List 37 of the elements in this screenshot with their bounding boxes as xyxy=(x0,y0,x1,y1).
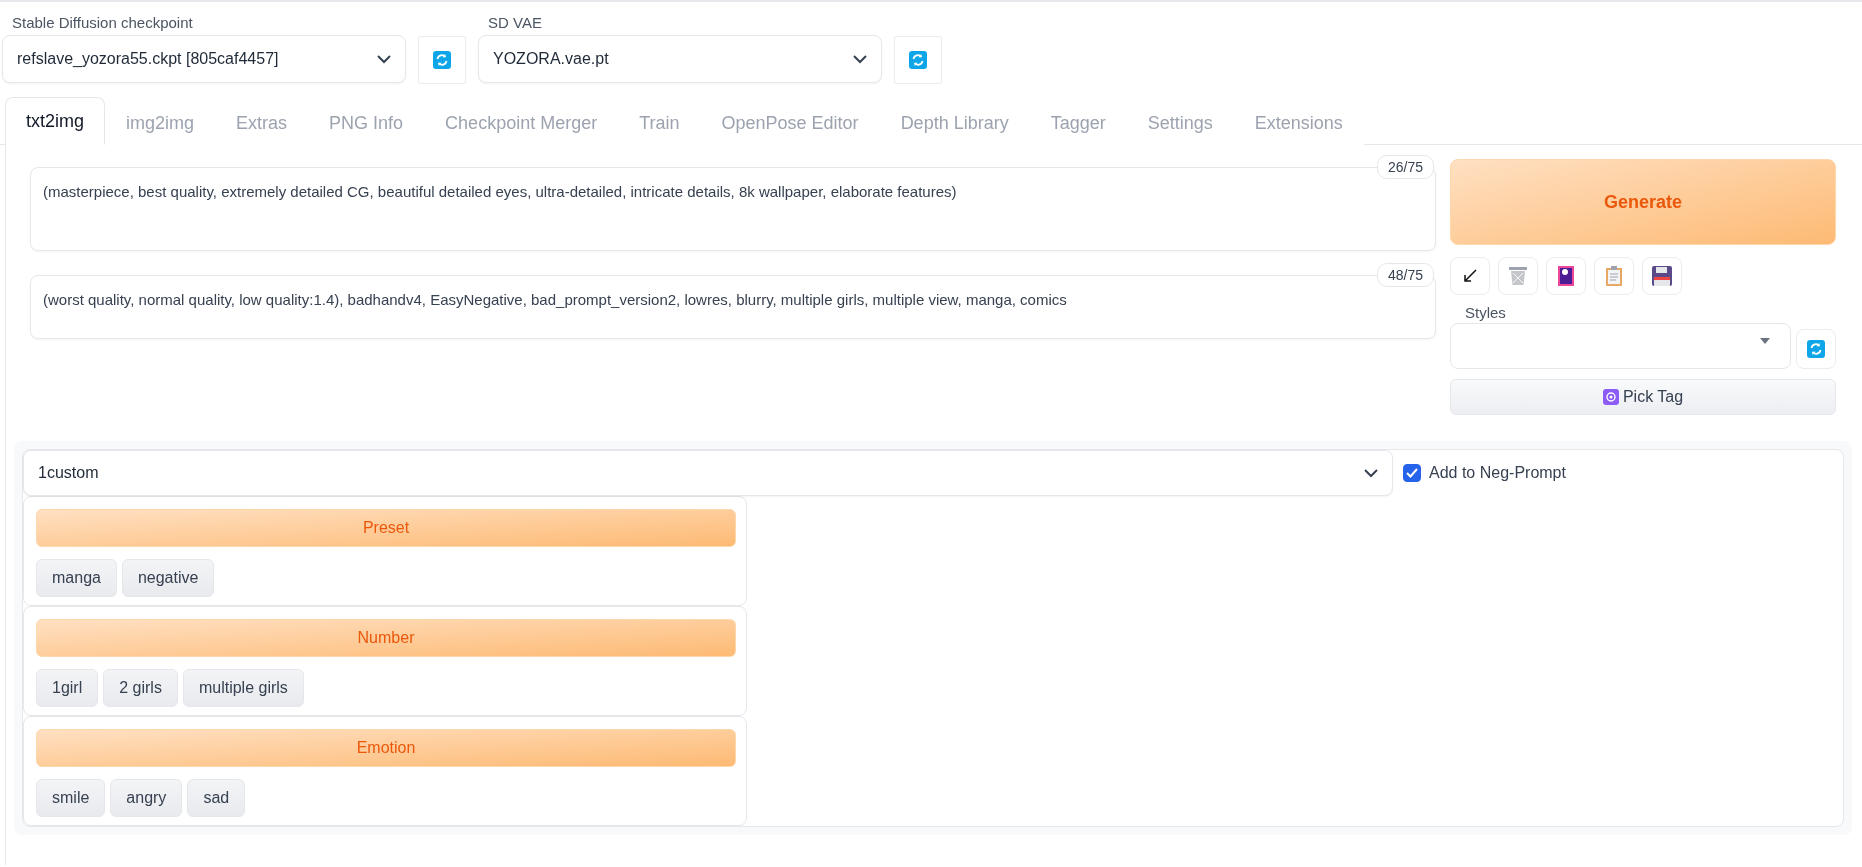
token-counter: 26/75 xyxy=(1376,155,1434,179)
tag-button[interactable]: negative xyxy=(121,559,215,597)
tab[interactable]: txt2img xyxy=(5,97,106,145)
tag-button[interactable]: angry xyxy=(110,779,183,817)
checkbox[interactable] xyxy=(1403,464,1421,482)
chevron-down-icon xyxy=(377,54,391,64)
clipboard-icon xyxy=(1606,266,1622,286)
refresh-icon xyxy=(1807,340,1825,358)
model-dropdown[interactable]: YOZORA.vae.pt xyxy=(478,35,882,83)
checkbox-label: Add to Neg-Prompt xyxy=(1429,464,1566,482)
tool-button[interactable] xyxy=(1450,257,1490,295)
chevron-down-icon xyxy=(1364,468,1378,478)
refresh-button[interactable] xyxy=(418,36,466,84)
tag-button[interactable]: 1girl xyxy=(36,669,99,707)
tag-button[interactable]: smile xyxy=(36,779,106,817)
trash-icon xyxy=(1508,266,1528,286)
chevron-down-icon xyxy=(853,54,867,64)
tag-button[interactable]: manga xyxy=(36,559,117,597)
tool-button[interactable] xyxy=(1642,257,1682,295)
field-label: Stable Diffusion checkpoint xyxy=(12,14,194,31)
pick-tag-button[interactable]: Pick Tag xyxy=(1450,379,1836,415)
caret-icon xyxy=(1760,338,1770,344)
preset-dropdown[interactable]: 1custom xyxy=(23,450,1393,496)
gear-icon xyxy=(1602,389,1619,405)
refresh-icon xyxy=(909,51,927,69)
refresh-icon xyxy=(433,51,451,69)
arrow-icon xyxy=(1463,269,1477,283)
refresh-button[interactable] xyxy=(1796,329,1836,369)
refresh-button[interactable] xyxy=(894,36,942,84)
field-label: SD VAE xyxy=(488,14,543,31)
tag-button[interactable]: multiple girls xyxy=(182,669,304,707)
picture-icon xyxy=(1558,266,1574,286)
tag-button[interactable]: sad xyxy=(187,779,246,817)
tag-button[interactable]: 2 girls xyxy=(103,669,178,707)
model-dropdown[interactable]: refslave_yozora55.ckpt [805caf4457] xyxy=(2,35,406,83)
tool-button[interactable] xyxy=(1546,257,1586,295)
token-counter: 48/75 xyxy=(1376,263,1434,287)
